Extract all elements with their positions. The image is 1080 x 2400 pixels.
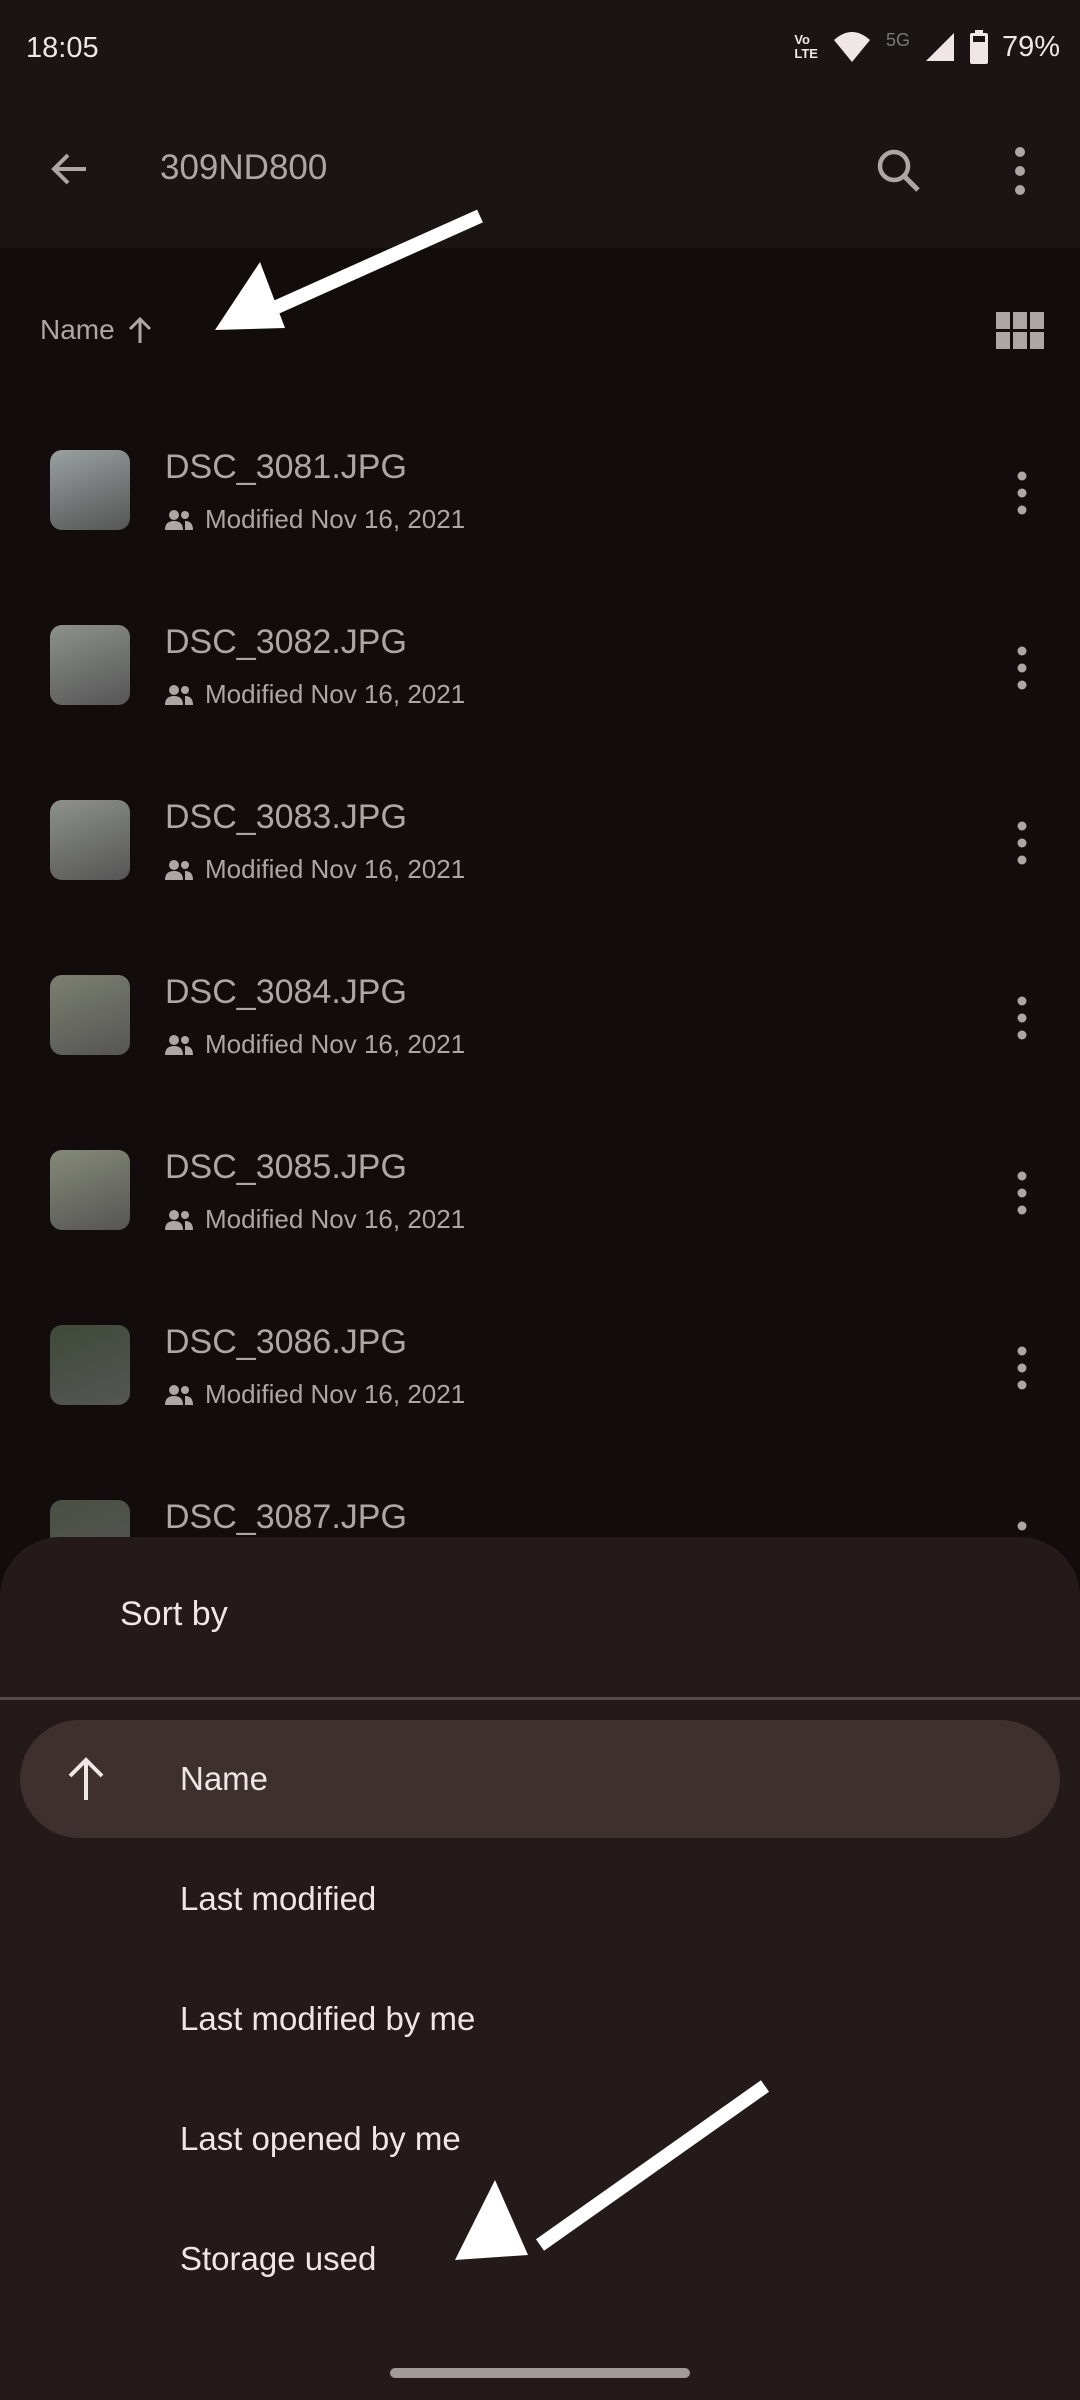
shared-people-icon: [165, 1209, 193, 1230]
sort-option-label: Storage used: [180, 2240, 377, 2277]
file-thumbnail: [50, 625, 130, 705]
grid-view-icon[interactable]: [996, 312, 1044, 350]
sort-option-storage-used[interactable]: Storage used: [20, 2200, 1060, 2318]
file-name: DSC_3084.JPG: [165, 973, 407, 1011]
file-thumbnail: [50, 800, 130, 880]
file-row[interactable]: DSC_3081.JPG Modified Nov 16, 2021: [0, 412, 1080, 587]
sort-option-name[interactable]: Name: [20, 1720, 1060, 1838]
file-list: DSC_3081.JPG Modified Nov 16, 2021 DSC_3…: [0, 412, 1080, 1637]
status-time: 18:05: [26, 32, 99, 64]
more-vert-icon[interactable]: [1004, 1343, 1040, 1393]
file-modified: Modified Nov 16, 2021: [205, 1204, 466, 1234]
file-modified: Modified Nov 16, 2021: [205, 679, 466, 709]
more-vert-icon[interactable]: [1000, 144, 1040, 198]
more-vert-icon[interactable]: [1004, 468, 1040, 518]
sort-option-last-modified-by-me[interactable]: Last modified by me: [20, 1960, 1060, 2078]
file-thumbnail: [50, 1325, 130, 1405]
app-bar: 309ND800: [0, 100, 1080, 248]
folder-title: 309ND800: [160, 148, 328, 187]
file-name: DSC_3082.JPG: [165, 623, 407, 661]
more-vert-icon[interactable]: [1004, 1168, 1040, 1218]
status-bar: 18:05 Vo LTE 5G 79%: [0, 0, 1080, 100]
file-meta: Modified Nov 16, 2021: [165, 1029, 465, 1060]
home-indicator[interactable]: [390, 2368, 690, 2378]
more-vert-icon[interactable]: [1004, 818, 1040, 868]
file-row[interactable]: DSC_3082.JPG Modified Nov 16, 2021: [0, 587, 1080, 762]
file-name: DSC_3085.JPG: [165, 1148, 407, 1186]
file-name: DSC_3083.JPG: [165, 798, 407, 836]
sort-option-last-opened-by-me[interactable]: Last opened by me: [20, 2080, 1060, 2198]
file-meta: Modified Nov 16, 2021: [165, 854, 465, 885]
battery-icon: [969, 30, 988, 64]
file-meta: Modified Nov 16, 2021: [165, 679, 465, 710]
battery-percent: 79%: [1001, 30, 1060, 63]
sort-button[interactable]: Name: [40, 314, 153, 346]
file-row[interactable]: DSC_3085.JPG Modified Nov 16, 2021: [0, 1112, 1080, 1287]
wifi-icon: [833, 32, 870, 62]
sort-option-label: Last modified: [180, 1880, 377, 1917]
file-thumbnail: [50, 1150, 130, 1230]
shared-people-icon: [165, 859, 193, 880]
file-meta: Modified Nov 16, 2021: [165, 504, 465, 535]
sort-label: Name: [40, 314, 115, 345]
more-vert-icon[interactable]: [1004, 643, 1040, 693]
file-name: DSC_3081.JPG: [165, 448, 407, 486]
shared-people-icon: [165, 509, 193, 530]
divider: [0, 1697, 1080, 1700]
5g-icon: 5G: [885, 29, 910, 50]
volte-icon: Vo LTE: [794, 32, 818, 61]
file-meta: Modified Nov 16, 2021: [165, 1379, 465, 1410]
file-row[interactable]: DSC_3084.JPG Modified Nov 16, 2021: [0, 937, 1080, 1112]
shared-people-icon: [165, 1034, 193, 1055]
sort-option-last-modified[interactable]: Last modified: [20, 1840, 1060, 1958]
arrow-up-icon: [68, 1757, 104, 1800]
file-name: DSC_3086.JPG: [165, 1323, 407, 1361]
signal-icon: [925, 33, 954, 61]
file-row[interactable]: DSC_3083.JPG Modified Nov 16, 2021: [0, 762, 1080, 937]
more-vert-icon[interactable]: [1004, 993, 1040, 1043]
file-name: DSC_3087.JPG: [165, 1498, 407, 1536]
sort-option-label: Last modified by me: [180, 2000, 476, 2037]
file-row[interactable]: DSC_3086.JPG Modified Nov 16, 2021: [0, 1287, 1080, 1462]
sort-option-label: Name: [180, 1760, 269, 1797]
arrow-up-icon: [128, 316, 151, 343]
file-modified: Modified Nov 16, 2021: [205, 1379, 466, 1409]
shared-people-icon: [165, 1384, 193, 1405]
shared-people-icon: [165, 684, 193, 705]
file-thumbnail: [50, 975, 130, 1055]
file-thumbnail: [50, 450, 130, 530]
sort-bottom-sheet: Sort by Name Last modified Last modified…: [0, 1537, 1080, 2400]
file-modified: Modified Nov 16, 2021: [205, 1029, 466, 1059]
sort-bar: Name: [0, 248, 1080, 408]
file-meta: Modified Nov 16, 2021: [165, 1204, 465, 1235]
file-modified: Modified Nov 16, 2021: [205, 854, 466, 884]
sort-option-label: Last opened by me: [180, 2120, 461, 2157]
search-icon[interactable]: [872, 144, 926, 198]
sheet-title: Sort by: [120, 1595, 228, 1633]
file-modified: Modified Nov 16, 2021: [205, 504, 466, 534]
status-icons: Vo LTE 5G 79%: [794, 30, 1060, 64]
arrow-left-icon[interactable]: [44, 144, 94, 194]
